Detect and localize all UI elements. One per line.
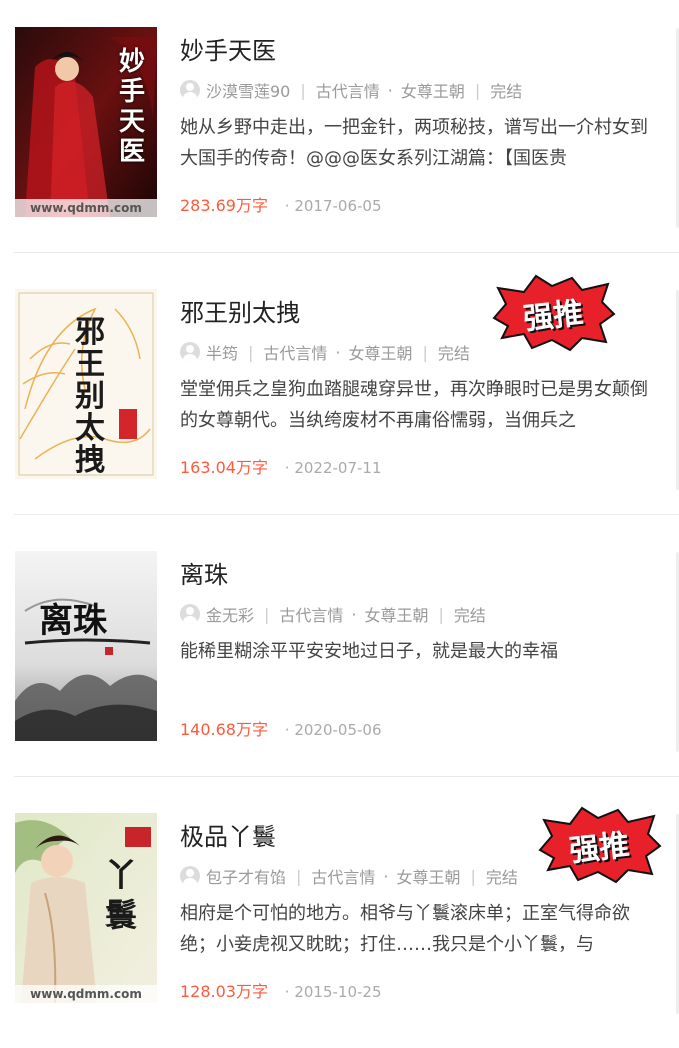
book-list-item[interactable]: 妙手天医 www.qdmm.com 妙手天医 沙漠雪莲90 | 古代言情 · 女… [0,0,679,262]
book-cover[interactable]: 邪王别太拽 [15,289,157,479]
subcategory-link[interactable]: 女尊王朝 [349,340,413,364]
separator: | [296,866,302,886]
book-cover[interactable]: 离珠 [15,551,157,741]
separator: | [438,604,444,624]
book-stats: 128.03万字 2015-10-25 [180,978,382,1002]
book-title[interactable]: 邪王别太拽 [180,296,300,330]
status-label: 完结 [485,868,518,887]
book-title[interactable]: 妙手天医 [180,34,276,68]
book-cover-image [15,551,157,741]
word-count: 163.04万字 [180,458,268,477]
dot-separator: · [351,604,357,624]
book-title[interactable]: 极品丫鬟 [180,820,276,854]
book-meta: 金无彩 | 古代言情 · 女尊王朝 | 完结 [180,602,486,626]
divider [14,514,679,515]
book-stats: 163.04万字 2022-07-11 [180,454,382,478]
category-link[interactable]: 古代言情 [316,78,380,102]
subcategory-link[interactable]: 女尊王朝 [401,78,465,102]
author-avatar-icon [180,866,200,886]
cover-watermark: www.qdmm.com [30,201,142,215]
separator: | [248,342,254,362]
badge-text: 强推 [567,827,632,870]
category-link[interactable]: 古代言情 [311,864,375,888]
book-meta: 包子才有馅 | 古代言情 · 女尊王朝 | 完结 [180,864,518,888]
divider [14,252,679,253]
separator: | [470,866,476,886]
separator: | [474,80,481,100]
separator: | [422,342,428,362]
book-stats: 140.68万字 2020-05-06 [180,716,382,740]
separator: | [264,604,270,624]
status-label: 完结 [437,344,470,363]
badge-text: 强推 [521,295,586,338]
author-name[interactable]: 沙漠雪莲90 [206,78,290,102]
book-cover[interactable]: 妙手天医 www.qdmm.com [15,27,157,217]
book-list-item[interactable]: 邪王别太拽 邪王别太拽 半筠 | 古代言情 · 女尊王朝 | 完结 堂堂佣兵之皇… [0,262,679,524]
book-meta: 半筠 | 古代言情 · 女尊王朝 | 完结 [180,340,470,364]
book-description: 她从乡野中走出，一把金针，两项秘技，谱写出一介村女到大国手的传奇！@@@医女系列… [180,117,648,169]
recommended-badge: 强推 [490,274,616,352]
subcategory-link[interactable]: 女尊王朝 [397,864,461,888]
book-list-item[interactable]: 离珠 离珠 金无彩 | 古代言情 · 女尊王朝 | 完结 能稀里糊涂平平安安地过… [0,524,679,786]
cover-title-text: 丫鬟 [105,856,138,934]
book-description: 堂堂佣兵之皇狗血踏腿魂穿异世，再次睁眼时已是男女颠倒的女尊朝代。当纨绔废材不再庸… [180,379,648,431]
author-avatar-icon [180,80,200,100]
divider [14,776,679,777]
author-name[interactable]: 包子才有馅 [206,864,286,888]
book-description: 相府是个可怕的地方。相爷与丫鬟滚床单；正室气得命欲绝；小妾虎视又眈眈；打住……我… [180,903,630,955]
author-name[interactable]: 半筠 [206,340,238,364]
separator: | [300,80,306,100]
word-count: 128.03万字 [180,982,268,1001]
dot-separator: · [387,80,393,100]
update-date: 2017-06-05 [285,197,382,215]
cover-title-text: 邪王别太拽 [75,315,105,478]
book-cover[interactable]: 丫鬟 www.qdmm.com [15,813,157,1003]
status-label: 完结 [490,82,523,101]
word-count: 140.68万字 [180,720,268,739]
author-avatar-icon [180,604,200,624]
word-count: 283.69万字 [180,196,268,215]
update-date: 2020-05-06 [285,721,382,739]
category-link[interactable]: 古代言情 [279,602,343,626]
update-date: 2022-07-11 [285,459,382,477]
book-title[interactable]: 离珠 [180,558,228,592]
status-label: 完结 [453,606,486,625]
recommended-badge: 强推 [536,806,662,884]
cover-watermark: www.qdmm.com [30,987,142,1001]
subcategory-link[interactable]: 女尊王朝 [365,602,429,626]
book-meta: 沙漠雪莲90 | 古代言情 · 女尊王朝 | 完结 [180,78,522,102]
author-name[interactable]: 金无彩 [206,602,254,626]
book-list-item[interactable]: 丫鬟 www.qdmm.com 极品丫鬟 包子才有馅 | 古代言情 · 女尊王朝… [0,786,679,1048]
dot-separator: · [335,342,341,362]
book-description: 能稀里糊涂平平安安地过日子，就是最大的幸福 [180,641,558,662]
author-avatar-icon [180,342,200,362]
category-link[interactable]: 古代言情 [263,340,327,364]
cover-title-text: 妙手天医 [119,47,146,167]
update-date: 2015-10-25 [285,983,382,1001]
book-stats: 283.69万字 2017-06-05 [180,192,382,216]
cover-title-text: 离珠 [39,601,107,641]
dot-separator: · [383,866,389,886]
